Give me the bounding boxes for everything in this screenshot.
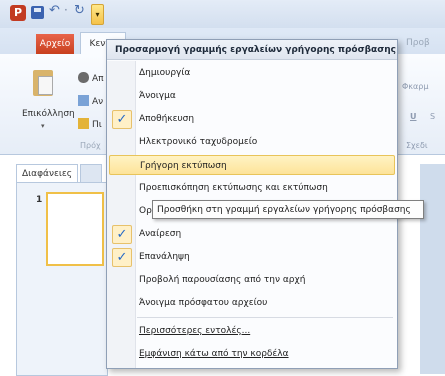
undo-icon[interactable]: ↶	[49, 3, 60, 18]
clipboard-group-label: Πρόχ	[80, 141, 101, 150]
copy-icon	[78, 95, 89, 106]
menu-item-more-commands[interactable]: Περισσότερες εντολές...	[109, 321, 395, 341]
paste-button-label[interactable]: Επικόλληση	[22, 109, 75, 119]
cut-label: Απ	[92, 74, 104, 84]
menu-item-print-preview[interactable]: Προεπισκόπηση εκτύπωσης και εκτύπωση	[109, 178, 395, 198]
paste-dropdown-icon[interactable]: ▾	[41, 122, 45, 130]
tab-faint-right[interactable]: Προβ	[406, 38, 430, 48]
tab-slides[interactable]: Διαφάνειες	[16, 164, 78, 183]
paste-icon[interactable]	[33, 70, 53, 96]
undo-dropdown-icon[interactable]: ·	[64, 3, 68, 17]
ribbon-right-group-label: Σχεδι	[406, 141, 428, 150]
copy-command[interactable]: Αν	[78, 95, 103, 107]
menu-item-show-below-ribbon[interactable]: Εμφάνιση κάτω από την κορδέλα	[109, 344, 395, 364]
slide-thumbnail[interactable]	[46, 192, 104, 266]
customize-qat-button[interactable]: ▾	[91, 4, 104, 25]
slide-number: 1	[36, 195, 43, 205]
powerpoint-app-icon[interactable]: P	[10, 5, 26, 21]
editing-area	[420, 164, 445, 374]
menu-item-undo[interactable]: ✓ Αναίρεση	[109, 224, 395, 244]
checkmark-icon: ✓	[112, 225, 132, 244]
menu-item-label: Περισσότερες εντολές...	[139, 326, 251, 336]
strike-button[interactable]: S	[430, 112, 435, 121]
menu-item-label: Προβολή παρουσίασης από την αρχή	[139, 275, 306, 285]
menu-item-open-recent[interactable]: Άνοιγμα πρόσφατου αρχείου	[109, 293, 395, 313]
format-painter-command[interactable]: Πι	[78, 118, 102, 130]
menu-item-label: Δημιουργία	[139, 68, 191, 78]
menu-title: Προσαρμογή γραμμής εργαλείων γρήγορης πρ…	[107, 40, 397, 60]
menu-item-label: Ηλεκτρονικό ταχυδρομείο	[139, 137, 258, 147]
menu-item-start-slideshow[interactable]: Προβολή παρουσίασης από την αρχή	[109, 270, 395, 290]
redo-icon[interactable]: ↻	[74, 3, 85, 18]
checkmark-icon: ✓	[112, 248, 132, 267]
tooltip: Προσθήκη στη γραμμή εργαλείων γρήγορης π…	[152, 200, 424, 219]
menu-item-label: Αποθήκευση	[139, 114, 195, 124]
menu-separator	[137, 317, 393, 318]
underline-button[interactable]: U	[410, 112, 417, 121]
brush-icon	[78, 118, 89, 129]
menu-item-label: Επανάληψη	[139, 252, 190, 262]
copy-label: Αν	[92, 97, 104, 107]
menu-item-label: Γρήγορη εκτύπωση	[140, 161, 227, 171]
checkmark-icon: ✓	[112, 110, 132, 129]
menu-item-new[interactable]: Δημιουργία	[109, 63, 395, 83]
menu-item-save[interactable]: ✓ Αποθήκευση	[109, 109, 395, 129]
menu-item-email[interactable]: Ηλεκτρονικό ταχυδρομείο	[109, 132, 395, 152]
menu-item-redo[interactable]: ✓ Επανάληψη	[109, 247, 395, 267]
cut-command[interactable]: Απ	[78, 72, 104, 84]
menu-item-label: Άνοιγμα	[139, 91, 176, 101]
tab-file[interactable]: Αρχείο	[36, 34, 74, 54]
menu-item-quick-print[interactable]: Γρήγορη εκτύπωση	[109, 155, 395, 175]
menu-item-open[interactable]: Άνοιγμα	[109, 86, 395, 106]
menu-item-label: Αναίρεση	[139, 229, 182, 239]
format-painter-label: Πι	[92, 120, 102, 130]
menu-item-label: Εμφάνιση κάτω από την κορδέλα	[139, 349, 289, 359]
save-icon[interactable]	[31, 6, 44, 19]
menu-item-label: Άνοιγμα πρόσφατου αρχείου	[139, 298, 268, 308]
tab-outline[interactable]	[80, 164, 102, 183]
cut-icon	[78, 72, 89, 83]
menu-item-label: Προεπισκόπηση εκτύπωσης και εκτύπωση	[139, 183, 328, 193]
ribbon-right-text: Φκαρμ	[402, 82, 429, 91]
